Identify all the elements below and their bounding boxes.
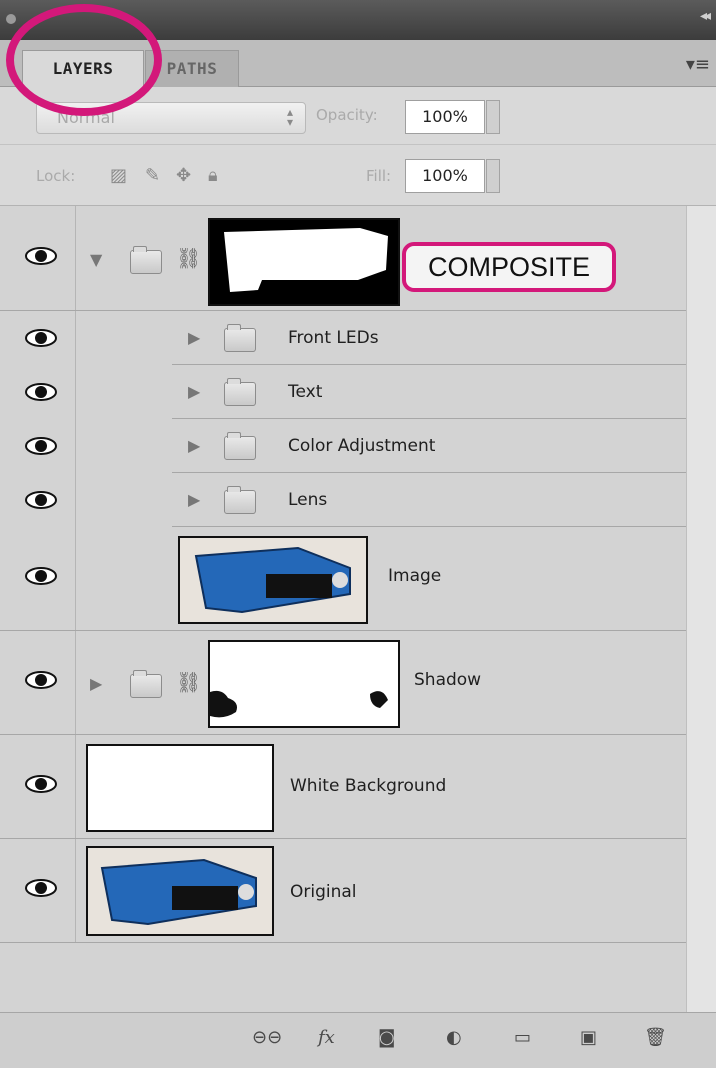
visibility-eye-icon[interactable] [24, 878, 62, 900]
folder-icon [224, 486, 256, 514]
mask-thumbnail[interactable] [208, 218, 400, 306]
close-icon[interactable] [6, 14, 16, 24]
fill-field[interactable]: 100% [405, 159, 485, 193]
layer-image[interactable]: Image [0, 526, 686, 631]
folder-icon [224, 378, 256, 406]
opacity-field[interactable]: 100% [405, 100, 485, 134]
layer-group-text[interactable]: ▶ Text [172, 364, 686, 419]
panel-menu-icon[interactable]: ▾≡ [686, 54, 710, 75]
expand-right-icon[interactable]: ▶ [188, 490, 200, 509]
expand-right-icon[interactable]: ▶ [188, 436, 200, 455]
layer-list: ▼ ⛓ ▶ Front LEDs ▶ Text ▶ Color Adjustme… [0, 206, 686, 1012]
add-mask-icon[interactable]: ◙ [378, 1027, 395, 1048]
lock-all-icon[interactable]: 🔒︎ [208, 165, 218, 186]
fx-icon[interactable]: fx [318, 1027, 335, 1048]
folder-icon [224, 432, 256, 460]
layer-white-background[interactable]: White Background [0, 734, 686, 839]
visibility-eye-icon[interactable] [24, 382, 62, 404]
layer-group-shadow[interactable]: ▶ ⛓ Shadow [0, 630, 686, 735]
scrollbar[interactable] [686, 206, 716, 1012]
layer-name: Color Adjustment [288, 436, 436, 456]
mask-thumbnail[interactable] [208, 640, 400, 728]
opacity-label: Opacity: [316, 106, 378, 124]
visibility-eye-icon[interactable] [24, 436, 62, 458]
lock-label: Lock: [36, 167, 76, 185]
layer-original[interactable]: Original [0, 838, 686, 943]
annotation-label: COMPOSITE [402, 242, 616, 292]
layer-group-front-leds[interactable]: ▶ Front LEDs [172, 310, 686, 365]
expand-right-icon[interactable]: ▶ [188, 328, 200, 347]
panel-bottom-toolbar: ⊖⊖ fx ◙ ◐ ▭ ▣ 🗑︎ [0, 1012, 716, 1068]
layer-name: Front LEDs [288, 328, 379, 348]
image-thumbnail[interactable] [86, 846, 274, 936]
layer-group-color-adjustment[interactable]: ▶ Color Adjustment [172, 418, 686, 473]
fill-slider-button[interactable] [486, 159, 500, 193]
layer-name: Original [290, 882, 357, 902]
collapse-icon[interactable]: ◂◂ [700, 8, 711, 24]
layers-panel: ◂◂ LAYERS PATHS ▾≡ Normal ▴ ▾ Opacity: 10… [0, 0, 716, 1068]
visibility-eye-icon[interactable] [24, 774, 62, 796]
folder-icon [130, 670, 162, 698]
trash-icon[interactable]: 🗑︎ [644, 1027, 667, 1048]
visibility-eye-icon[interactable] [24, 490, 62, 512]
lock-image-pixels-icon[interactable]: ✎ [145, 165, 160, 186]
white-thumbnail[interactable] [86, 744, 274, 832]
updown-icon: ▴ ▾ [286, 105, 293, 129]
annotation-circle [6, 4, 162, 116]
folder-icon [224, 324, 256, 352]
image-thumbnail[interactable] [178, 536, 368, 624]
expand-down-icon[interactable]: ▼ [90, 250, 102, 269]
layer-name: Shadow [414, 670, 482, 690]
folder-icon [130, 246, 162, 274]
expand-right-icon[interactable]: ▶ [188, 382, 200, 401]
lock-position-icon[interactable]: ✥ [176, 165, 191, 186]
new-layer-icon[interactable]: ▣ [580, 1027, 597, 1048]
lock-fill-row: Lock: ▨ ✎ ✥ 🔒︎ Fill: 100% [0, 145, 716, 206]
layer-name: Text [288, 382, 323, 402]
layer-group-lens[interactable]: ▶ Lens [172, 472, 686, 527]
layer-name: White Background [290, 776, 447, 796]
opacity-slider-button[interactable] [486, 100, 500, 134]
link-layers-icon[interactable]: ⊖⊖ [252, 1027, 282, 1048]
visibility-eye-icon[interactable] [24, 566, 62, 588]
layer-name: Lens [288, 490, 328, 510]
visibility-eye-icon[interactable] [24, 328, 62, 350]
layer-name: Image [388, 566, 442, 586]
fill-label: Fill: [366, 167, 392, 185]
link-icon[interactable]: ⛓ [176, 670, 201, 694]
new-group-icon[interactable]: ▭ [514, 1027, 531, 1048]
visibility-eye-icon[interactable] [24, 246, 62, 268]
expand-right-icon[interactable]: ▶ [90, 674, 102, 693]
link-icon[interactable]: ⛓ [176, 246, 201, 270]
lock-transparent-pixels-icon[interactable]: ▨ [110, 165, 127, 186]
visibility-eye-icon[interactable] [24, 670, 62, 692]
adjustment-layer-icon[interactable]: ◐ [446, 1027, 462, 1048]
